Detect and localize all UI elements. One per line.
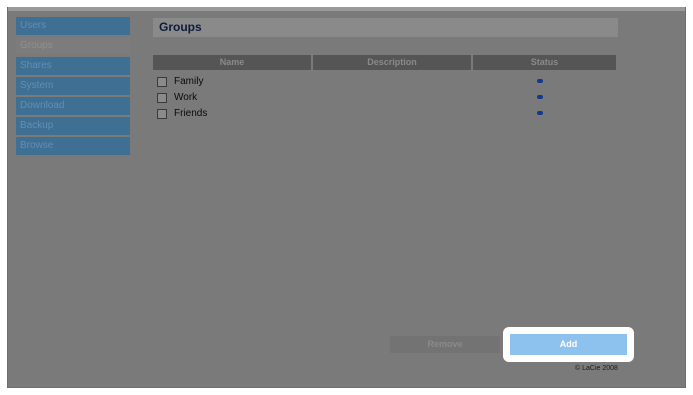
- row-checkbox[interactable]: [157, 77, 167, 87]
- status-indicator-icon: [537, 111, 543, 115]
- group-list: Family Work Friends: [157, 76, 617, 125]
- row-checkbox[interactable]: [157, 109, 167, 119]
- page-title-bar: Groups: [153, 18, 618, 37]
- table-row[interactable]: Friends: [157, 108, 617, 120]
- table-row[interactable]: Family: [157, 76, 617, 88]
- group-name: Work: [174, 92, 198, 103]
- remove-button[interactable]: Remove: [390, 336, 500, 353]
- group-name: Family: [174, 76, 204, 87]
- column-header-description[interactable]: Description: [313, 55, 471, 70]
- page-title: Groups: [159, 20, 202, 34]
- group-name: Friends: [174, 108, 208, 119]
- column-header-name[interactable]: Name: [153, 55, 311, 70]
- sidebar-item-backup[interactable]: Backup: [16, 117, 130, 135]
- sidebar: Users Groups Shares System Download Back…: [16, 17, 130, 157]
- sidebar-item-groups[interactable]: Groups: [16, 37, 130, 55]
- add-button[interactable]: Add: [510, 334, 627, 355]
- status-indicator-icon: [537, 79, 543, 83]
- column-header-status[interactable]: Status: [473, 55, 616, 70]
- sidebar-item-download[interactable]: Download: [16, 97, 130, 115]
- sidebar-item-browse[interactable]: Browse: [16, 137, 130, 155]
- sidebar-item-shares[interactable]: Shares: [16, 57, 130, 75]
- sidebar-item-system[interactable]: System: [16, 77, 130, 95]
- status-indicator-icon: [537, 95, 543, 99]
- row-checkbox[interactable]: [157, 93, 167, 103]
- table-header: Name Description Status: [153, 55, 616, 70]
- sidebar-item-users[interactable]: Users: [16, 17, 130, 35]
- top-strip: [8, 7, 685, 11]
- table-row[interactable]: Work: [157, 92, 617, 104]
- copyright-text: © LaCie 2008: [575, 365, 618, 372]
